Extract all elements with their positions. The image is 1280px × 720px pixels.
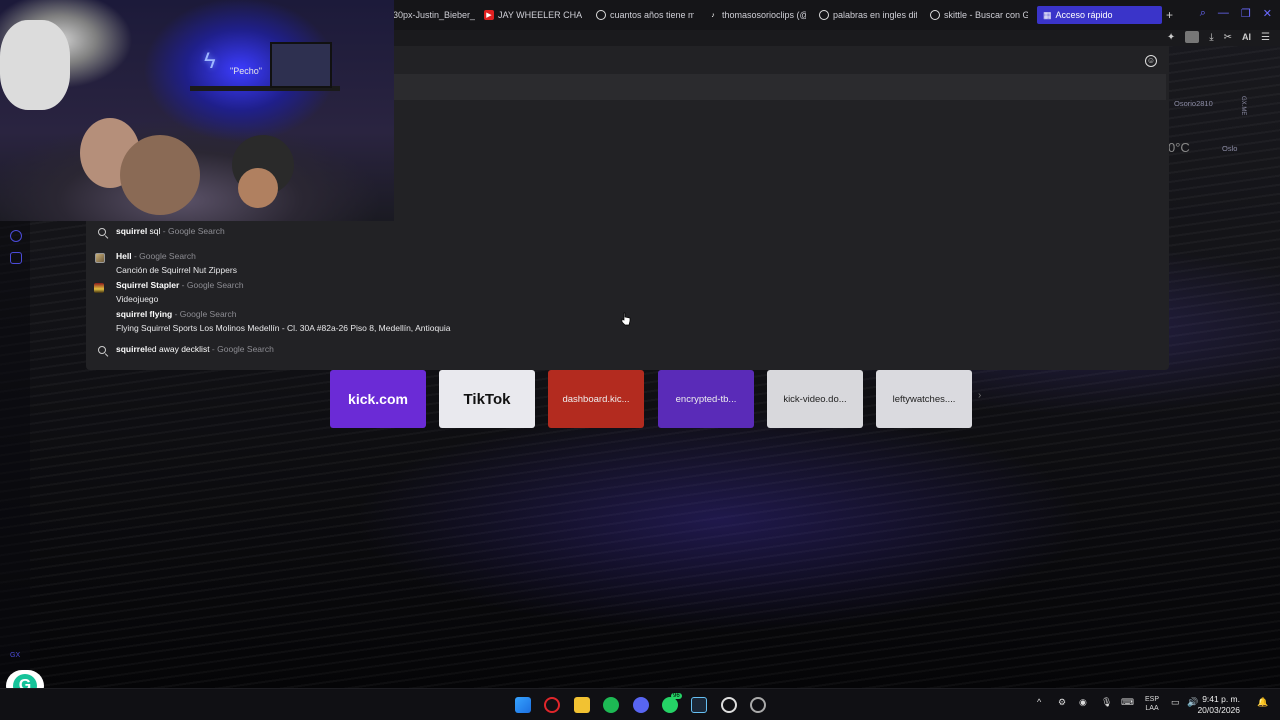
notifications-icon[interactable]: 🔔 [1257,697,1268,708]
profile-avatar[interactable] [1185,31,1200,43]
emoji-icon[interactable]: ☺ [1145,55,1157,67]
tab-skittle[interactable]: skittle - Buscar con G [930,6,1028,24]
temperature-widget: 0°C [1168,140,1190,155]
suggestion-squirrel-stapler[interactable]: Squirrel Stapler - Google Search Videoju… [86,280,1169,308]
suggestion-squirreled-away[interactable]: squirreled away decklist - Google Search [86,344,1169,364]
spotify-icon[interactable] [603,697,619,713]
google-icon [930,10,940,20]
tab-acceso-rapido[interactable]: ▦ Acceso rápido [1037,6,1162,24]
google-icon [819,10,829,20]
suggestion-hell[interactable]: Hell - Google Search Canción de Squirrel… [86,251,1169,279]
speed-dial-leftywatches[interactable]: leftywatches.... [876,370,972,428]
opera-gx-icon[interactable] [544,697,560,713]
tray-app-icon[interactable]: ⚙ [1058,697,1066,708]
toolbar-tools: ✦ ⤓ ✂ AI ☰ [1167,31,1270,43]
search-icon [98,346,108,356]
menu-icon[interactable]: ☰ [1261,32,1270,43]
taskbar: 96 ^ ⚙ ◉ 🎙 ⌨ ESP LAA ▭ 🔊 9:41 p. m. 20/0… [0,688,1280,720]
search-icon [98,228,108,238]
minimize-button[interactable]: — [1218,7,1229,20]
tiktok-icon: ♪ [711,11,715,19]
gx-label: GX.ME [1240,96,1246,116]
speed-dial-tiktok[interactable]: TikTok [439,370,535,428]
tab-justin-bieber[interactable]: 30px-Justin_Bieber_ [393,6,475,24]
tray-chevron-icon[interactable]: ^ [1037,697,1041,707]
youtube-icon: ▶ [484,10,494,20]
speed-dial-encrypted[interactable]: encrypted-tb... [658,370,754,428]
city-label: Oslo [1222,144,1238,153]
search-tabs-icon[interactable]: ⌕ [1200,7,1206,20]
speed-dial-kick-video[interactable]: kick-video.do... [767,370,863,428]
person-right-face [238,168,278,208]
download-icon[interactable]: ⤓ [1209,32,1213,43]
speed-dial-kick[interactable]: kick.com [330,370,426,428]
close-button[interactable]: ✕ [1263,7,1272,20]
grid-icon: ▦ [1043,9,1052,20]
taskbar-clock[interactable]: 9:41 p. m. 20/03/2026 [1197,694,1240,716]
google-icon [596,10,606,20]
keyboard-icon[interactable]: ⌨ [1121,697,1134,708]
extensions-icon[interactable]: ✦ [1167,32,1175,43]
user-widget[interactable]: Osorio2810 [1174,99,1213,108]
gx-sidebar-label: GX [10,652,21,659]
picture-frame [270,42,332,88]
tab-tiktok-clips[interactable]: ♪ thomasosorioclips (@ [708,6,806,24]
game-thumbnail [94,283,104,293]
steam-alt-icon[interactable] [750,697,766,713]
language-indicator[interactable]: ESP LAA [1145,695,1159,713]
microphone-icon[interactable]: 🎙 [1101,697,1112,708]
speed-dial-dashboard-kick[interactable]: dashboard.kic... [548,370,644,428]
speed-dial-next-arrow[interactable]: › [978,390,981,401]
snapshot-icon[interactable]: ✂ [1224,32,1232,43]
lightning-neon-icon: ϟ [204,48,216,73]
person-center [120,135,200,215]
neon-sign: "Pecho" [230,66,262,76]
whatsapp-icon[interactable] [662,697,678,713]
discord-icon[interactable] [633,697,649,713]
settings-gear-icon[interactable] [721,697,737,713]
whatsapp-badge: 96 [671,693,682,699]
webcam-overlay: ϟ "Pecho" [0,0,394,221]
steam-icon[interactable] [691,697,707,713]
tab-palabras-ingles[interactable]: palabras en ingles difi [819,6,917,24]
history-icon[interactable] [10,230,22,242]
suggestion-squirrel-sql[interactable]: squirrel sql - Google Search [86,226,1169,246]
aria-ai-button[interactable]: AI [1242,32,1251,42]
windows-start-icon[interactable] [515,697,531,713]
tab-cuantos-anos[interactable]: cuantos años tiene m [596,6,694,24]
window-controls: ⌕ — ❐ ✕ [1200,7,1272,20]
file-explorer-icon[interactable] [574,697,590,713]
tab-jay-wheeler[interactable]: ▶ JAY WHEELER CHARL [484,6,582,24]
extensions-sidebar-icon[interactable] [10,252,22,264]
new-tab-button[interactable]: + [1166,8,1173,22]
network-icon[interactable]: ▭ [1171,697,1180,708]
left-sidebar: GX [0,221,30,688]
maximize-button[interactable]: ❐ [1241,7,1251,20]
tray-steam-icon[interactable]: ◉ [1079,697,1087,708]
album-thumbnail [95,253,105,263]
mouse-cursor [621,312,631,326]
monopoly-figure [0,20,70,110]
